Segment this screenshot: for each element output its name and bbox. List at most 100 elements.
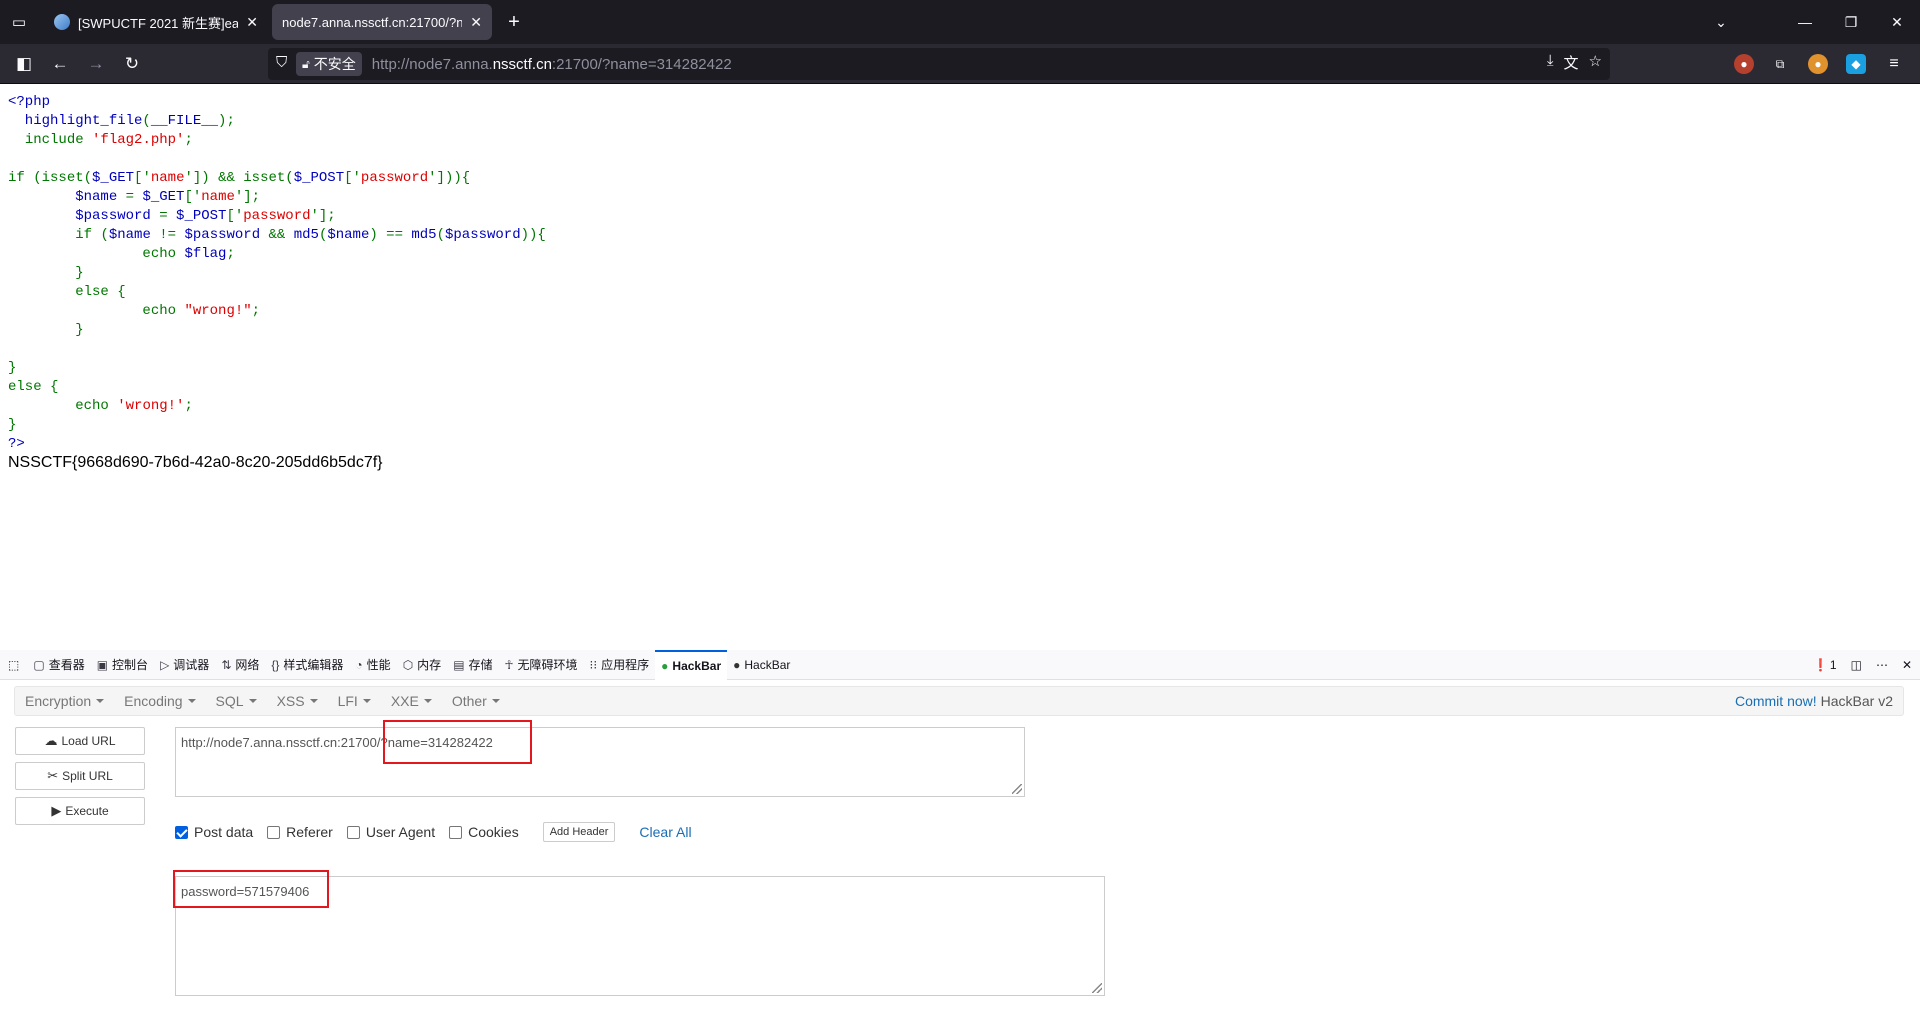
tab-network[interactable]: ⇅ 网络	[215, 650, 265, 680]
save-page-icon[interactable]: ⤓	[1547, 52, 1554, 73]
tab-application[interactable]: ⁝⁝ 应用程序	[584, 650, 656, 680]
code-token: ['	[184, 189, 202, 205]
code-token: echo	[142, 246, 185, 262]
site-security-badge[interactable]: 🔓︎ 不安全	[296, 52, 362, 76]
option-referer[interactable]: Referer	[267, 824, 333, 840]
tab-label: 无障碍环境	[517, 658, 578, 672]
menu-xxe[interactable]: XXE	[381, 693, 442, 709]
devtools-panel: ⬚ ▢ 查看器 ▣ 控制台 ▷ 调试器 ⇅ 网络 {} 样式编辑器 ◔ 性能 ⬡ 内存 ▤ 存储…	[0, 649, 1920, 1032]
code-token: $name	[108, 227, 160, 243]
resize-grip-icon[interactable]	[1092, 983, 1102, 993]
code-token: $_GET	[142, 189, 185, 205]
browser-tab-1[interactable]: [SWPUCTF 2021 新生赛]easy_ ✕	[44, 4, 268, 40]
window-close-icon[interactable]: ✕	[1874, 0, 1920, 44]
code-token: ?>	[8, 436, 25, 452]
code-line: }	[8, 264, 546, 283]
sidebar-toggle-icon[interactable]: ◧	[10, 50, 38, 78]
option-user-agent[interactable]: User Agent	[346, 824, 436, 840]
code-token: __FILE__	[150, 113, 219, 129]
devtools-close-icon[interactable]: ✕	[1902, 658, 1912, 672]
code-token: }	[8, 265, 84, 281]
tab-inspector[interactable]: ▢ 查看器	[27, 650, 90, 680]
user-agent-checkbox[interactable]	[346, 825, 360, 839]
resize-grip-icon[interactable]	[1012, 784, 1022, 794]
tab-close-icon[interactable]: ✕	[470, 14, 482, 31]
forward-icon[interactable]: →	[82, 50, 110, 78]
restore-icon[interactable]: ❐	[1828, 0, 1874, 44]
hackbar-version: Commit now! HackBar v2	[1735, 693, 1903, 709]
code-token: (	[100, 227, 109, 243]
tab-hackbar[interactable]: ● HackBar	[655, 649, 728, 680]
extension-orange-icon[interactable]: ●	[1808, 54, 1828, 74]
new-tab-icon[interactable]: +	[502, 10, 526, 34]
back-icon[interactable]: ←	[46, 50, 74, 78]
translate-icon[interactable]: 文	[1564, 52, 1579, 73]
code-token: '];	[310, 208, 336, 224]
menu-other[interactable]: Other	[442, 693, 510, 709]
reload-icon[interactable]: ↻	[118, 50, 146, 78]
split-url-button[interactable]: ✂ Split URL	[15, 762, 145, 790]
option-label: User Agent	[365, 824, 436, 840]
cookies-checkbox[interactable]	[449, 825, 463, 839]
menu-lfi[interactable]: LFI	[328, 693, 381, 709]
element-picker-icon[interactable]: ⬚	[0, 650, 27, 680]
option-label: Referer	[286, 824, 333, 840]
referer-checkbox[interactable]	[267, 825, 281, 839]
tab-label: 控制台	[112, 658, 149, 672]
code-token: echo	[142, 303, 185, 319]
tracking-shield-icon[interactable]: ⛉	[276, 54, 287, 71]
error-count: 1	[1829, 657, 1837, 672]
extension-cookie-icon[interactable]: ●	[1734, 54, 1754, 74]
code-token: 'flag2.php'	[92, 132, 185, 148]
minimize-icon[interactable]: —	[1782, 0, 1828, 44]
commit-now-link[interactable]: Commit now!	[1735, 693, 1817, 709]
extensions-puzzle-icon[interactable]: ⧉	[1770, 54, 1790, 74]
clear-all-link[interactable]: Clear All	[639, 824, 691, 840]
version-label: HackBar v2	[1820, 693, 1893, 709]
tab-list-chevron-icon[interactable]: ⌄	[1698, 0, 1744, 44]
url-text[interactable]: http://node7.anna.nssctf.cn:21700/?name=…	[372, 56, 732, 73]
tab-style-editor[interactable]: {} 样式编辑器	[265, 650, 349, 680]
address-bar[interactable]: ⛉ 🔓︎ 不安全 http://node7.anna.nssctf.cn:217…	[268, 48, 1610, 80]
tab-memory[interactable]: ⬡ 内存	[397, 650, 448, 680]
code-line: ?>	[8, 435, 546, 454]
add-header-button[interactable]: Add Header	[542, 822, 616, 842]
tab-close-icon[interactable]: ✕	[246, 14, 258, 31]
tab-console[interactable]: ▣ 控制台	[91, 650, 154, 680]
flag-output: NSSCTF{9668d690-7b6d-42a0-8c20-205dd6b5d…	[8, 454, 383, 471]
load-url-button[interactable]: ☁ Load URL	[15, 727, 145, 755]
option-cookies[interactable]: Cookies	[449, 824, 519, 840]
code-token: ;	[251, 303, 261, 319]
more-options-icon[interactable]: ⋯	[1876, 658, 1888, 672]
bookmark-star-icon[interactable]: ☆	[1589, 52, 1602, 73]
code-token: }	[8, 417, 17, 433]
error-badge-icon[interactable]: ❗	[1813, 658, 1828, 672]
tab-overview-icon[interactable]: ▭	[8, 12, 30, 32]
menu-hamburger-icon[interactable]: ≡	[1884, 54, 1904, 74]
tab-hackbar-2[interactable]: ● HackBar	[727, 650, 796, 680]
browser-tab-2[interactable]: node7.anna.nssctf.cn:21700/?nam ✕	[272, 4, 492, 40]
menu-encryption[interactable]: Encryption	[15, 693, 114, 709]
post-data-checkbox[interactable]	[175, 825, 188, 839]
network-icon: ⇅	[221, 657, 232, 672]
tab-storage[interactable]: ▤ 存储	[447, 650, 498, 680]
menu-encoding[interactable]: Encoding	[114, 693, 205, 709]
url-textarea[interactable]: http://node7.anna.nssctf.cn:21700/?name=…	[175, 727, 1025, 797]
option-post-data[interactable]: Post data	[175, 824, 253, 840]
menu-xss[interactable]: XSS	[267, 693, 328, 709]
dock-side-icon[interactable]: ◫	[1851, 658, 1862, 672]
tab-label: 存储	[468, 658, 493, 672]
tab-performance[interactable]: ◔ 性能	[349, 650, 396, 680]
extension-blue-icon[interactable]: ◆	[1846, 54, 1866, 74]
scissors-icon: ✂	[47, 768, 59, 783]
execute-button[interactable]: ▶ Execute	[15, 797, 145, 825]
option-label: Cookies	[468, 824, 519, 840]
code-token: {	[50, 379, 59, 395]
code-token: $password	[8, 208, 160, 224]
menu-sql[interactable]: SQL	[206, 693, 267, 709]
tab-debugger[interactable]: ▷ 调试器	[154, 650, 215, 680]
code-line: highlight_file(__FILE__);	[8, 112, 546, 131]
tab-accessibility[interactable]: ☥ 无障碍环境	[499, 650, 584, 680]
